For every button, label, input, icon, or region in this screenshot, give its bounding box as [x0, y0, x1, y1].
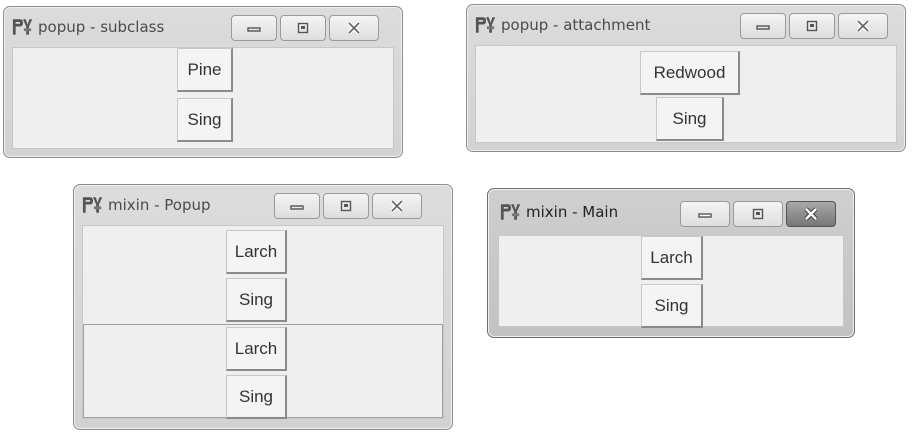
widget-frame: Larch Sing	[499, 236, 843, 328]
larch-button[interactable]: Larch	[641, 236, 703, 280]
maximize-icon	[340, 200, 352, 212]
window-title: popup - subclass	[38, 18, 165, 36]
close-icon	[856, 19, 870, 33]
sing-button[interactable]: Sing	[656, 97, 724, 141]
minimize-button[interactable]	[274, 193, 320, 219]
maximize-icon	[806, 20, 818, 32]
maximize-button[interactable]	[280, 15, 326, 41]
minimize-icon	[698, 213, 712, 218]
python-tk-icon	[82, 197, 103, 213]
close-icon	[390, 199, 404, 213]
widget-frame-top: Larch Sing	[83, 226, 443, 322]
title-bar[interactable]: mixin - Main	[488, 189, 854, 229]
close-button[interactable]	[329, 15, 379, 41]
maximize-icon	[297, 22, 309, 34]
minimize-icon	[290, 205, 304, 210]
window-client: Larch Sing Larch Sing	[82, 225, 444, 419]
python-tk-icon	[500, 204, 521, 220]
sing-button[interactable]: Sing	[177, 98, 233, 142]
window-popup-subclass: popup - subclass Pine Sing	[3, 6, 403, 158]
title-bar[interactable]: popup - subclass	[4, 7, 402, 47]
minimize-button[interactable]	[231, 15, 277, 41]
pine-button[interactable]: Pine	[177, 48, 233, 92]
window-mixin-main: mixin - Main Larch Sing	[487, 188, 855, 338]
larch-button[interactable]: Larch	[226, 230, 287, 274]
close-icon	[804, 207, 818, 221]
window-mixin-popup: mixin - Popup Larch Sing Larch Sing	[73, 184, 453, 430]
sing-button[interactable]: Sing	[226, 278, 287, 322]
minimize-icon	[756, 25, 770, 30]
close-button[interactable]	[372, 193, 422, 219]
widget-frame: Pine Sing	[13, 48, 393, 148]
minimize-button[interactable]	[680, 201, 730, 227]
sing-button[interactable]: Sing	[226, 375, 287, 419]
larch-button[interactable]: Larch	[226, 327, 287, 371]
title-bar[interactable]: popup - attachment	[467, 5, 905, 45]
widget-frame-bottom: Larch Sing	[83, 324, 443, 419]
window-client: Pine Sing	[12, 47, 394, 149]
widget-frame: Redwood Sing	[476, 46, 896, 142]
maximize-icon	[752, 208, 764, 220]
window-popup-attachment: popup - attachment Redwood Sing	[466, 4, 906, 152]
window-client: Redwood Sing	[475, 45, 897, 143]
window-title: popup - attachment	[501, 16, 651, 34]
maximize-button[interactable]	[733, 201, 783, 227]
close-button[interactable]	[786, 201, 836, 227]
python-tk-icon	[475, 17, 496, 33]
window-title: mixin - Main	[526, 203, 619, 221]
python-tk-icon	[12, 19, 33, 35]
window-client: Larch Sing	[498, 235, 844, 328]
sing-button[interactable]: Sing	[641, 284, 703, 328]
maximize-button[interactable]	[789, 13, 835, 39]
close-icon	[347, 21, 361, 35]
minimize-icon	[247, 27, 261, 32]
minimize-button[interactable]	[740, 13, 786, 39]
redwood-button[interactable]: Redwood	[640, 51, 740, 95]
title-bar[interactable]: mixin - Popup	[74, 185, 452, 225]
window-title: mixin - Popup	[108, 196, 211, 214]
maximize-button[interactable]	[323, 193, 369, 219]
close-button[interactable]	[838, 13, 888, 39]
